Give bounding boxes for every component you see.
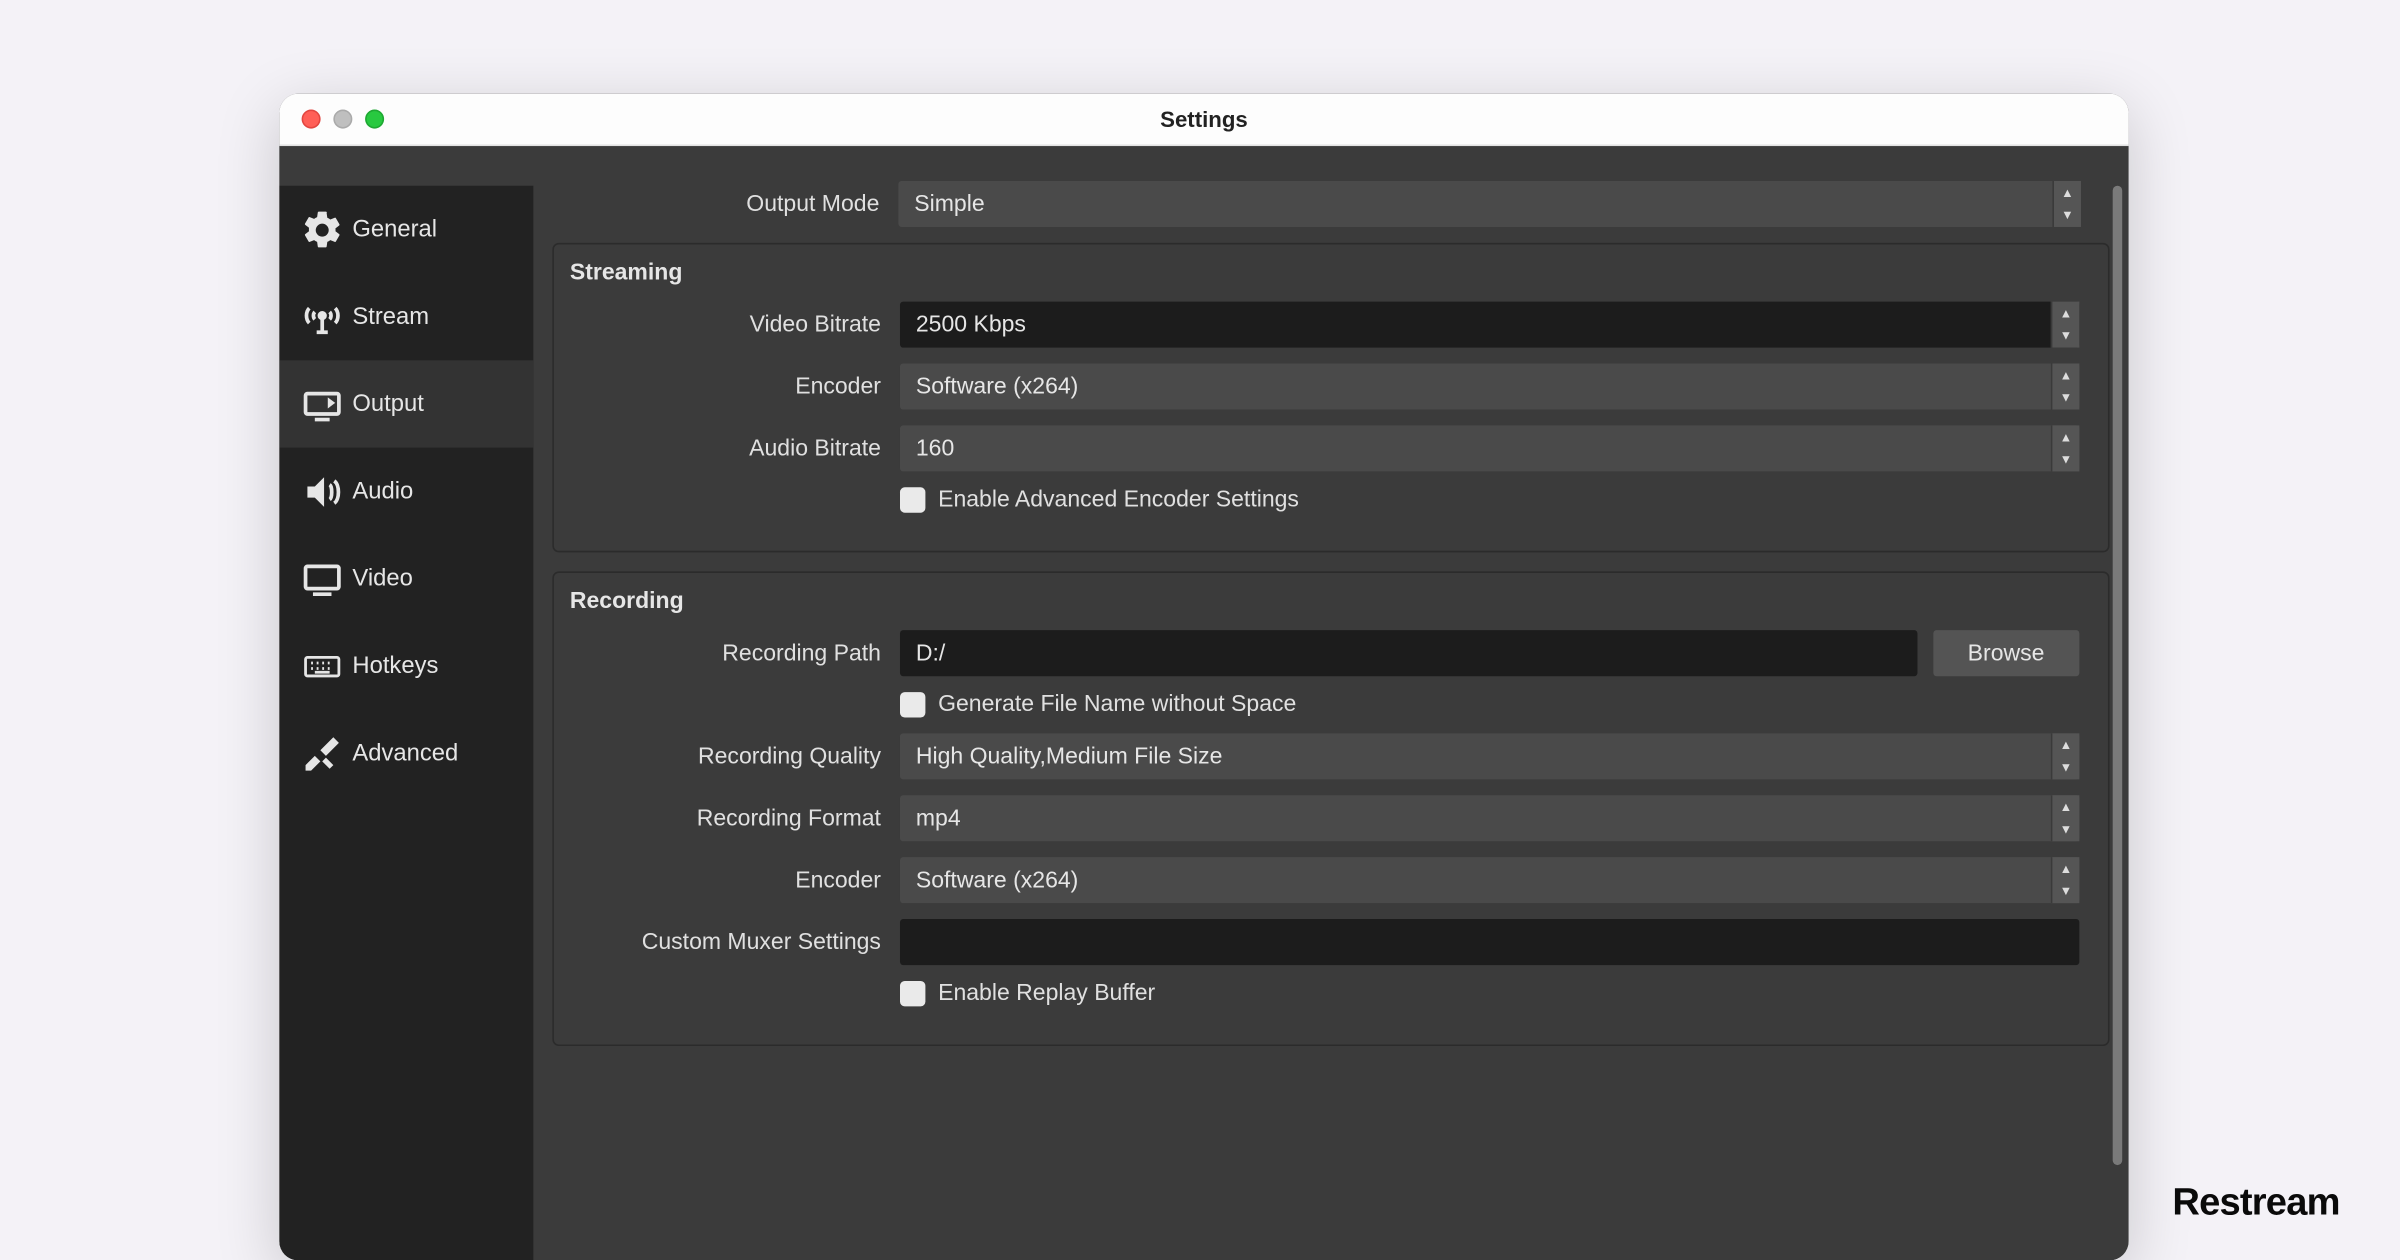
sidebar-item-label: Hotkeys xyxy=(352,652,438,679)
recording-format-value: mp4 xyxy=(916,806,961,831)
chevron-updown-icon: ▲▼ xyxy=(2052,181,2081,227)
chevron-updown-icon: ▲▼ xyxy=(2051,857,2080,903)
sidebar-item-audio[interactable]: Audio xyxy=(279,448,533,535)
custom-muxer-input[interactable] xyxy=(900,919,2079,965)
speaker-icon xyxy=(292,461,352,521)
watermark: Restream xyxy=(2172,1181,2339,1225)
recording-encoder-value: Software (x264) xyxy=(916,867,1078,892)
window-title: Settings xyxy=(279,106,2128,131)
gear-icon xyxy=(292,199,352,259)
custom-muxer-label: Custom Muxer Settings xyxy=(554,929,900,954)
recording-path-label: Recording Path xyxy=(554,640,900,665)
titlebar: Settings xyxy=(279,94,2128,146)
recording-encoder-label: Encoder xyxy=(554,867,900,892)
stream-encoder-select[interactable]: Software (x264) ▲▼ xyxy=(900,363,2079,409)
enable-replay-buffer-checkbox[interactable]: Enable Replay Buffer xyxy=(900,981,2079,1006)
streaming-title: Streaming xyxy=(554,260,2108,301)
stepper-icon[interactable]: ▲▼ xyxy=(2051,302,2080,348)
sidebar-item-hotkeys[interactable]: Hotkeys xyxy=(279,622,533,709)
recording-quality-label: Recording Quality xyxy=(554,744,900,769)
sidebar-item-advanced[interactable]: Advanced xyxy=(279,710,533,797)
recording-quality-value: High Quality,Medium File Size xyxy=(916,744,1223,769)
sidebar-item-output[interactable]: Output xyxy=(279,360,533,447)
streaming-group: Streaming Video Bitrate 2500 Kbps ▲▼ Enc… xyxy=(552,243,2109,553)
checkbox-icon xyxy=(900,487,925,512)
sidebar-item-stream[interactable]: Stream xyxy=(279,273,533,360)
checkbox-icon xyxy=(900,981,925,1006)
output-mode-value: Simple xyxy=(914,191,984,216)
keyboard-icon xyxy=(292,636,352,696)
audio-bitrate-label: Audio Bitrate xyxy=(554,436,900,461)
stream-encoder-value: Software (x264) xyxy=(916,374,1078,399)
browse-button[interactable]: Browse xyxy=(1933,630,2080,676)
recording-format-label: Recording Format xyxy=(554,806,900,831)
enable-replay-buffer-label: Enable Replay Buffer xyxy=(938,981,1155,1006)
sidebar-item-label: Output xyxy=(352,390,423,417)
monitor-icon xyxy=(292,548,352,608)
video-bitrate-label: Video Bitrate xyxy=(554,312,900,337)
output-mode-select[interactable]: Simple ▲▼ xyxy=(898,181,2081,227)
recording-encoder-select[interactable]: Software (x264) ▲▼ xyxy=(900,857,2079,903)
sidebar-item-label: Video xyxy=(352,565,412,592)
sidebar-item-general[interactable]: General xyxy=(279,186,533,273)
antenna-icon xyxy=(292,287,352,347)
stream-encoder-label: Encoder xyxy=(554,374,900,399)
recording-title: Recording xyxy=(554,589,2108,630)
main-panel: Output Mode Simple ▲▼ Streaming Video Bi… xyxy=(533,146,2128,1260)
recording-path-value: D:/ xyxy=(916,640,945,665)
sidebar-item-label: Advanced xyxy=(352,740,458,767)
recording-group: Recording Recording Path D:/ Browse xyxy=(552,571,2109,1046)
no-space-filename-checkbox[interactable]: Generate File Name without Space xyxy=(900,692,2079,717)
tools-icon xyxy=(292,723,352,783)
settings-window: Settings General Stream xyxy=(279,94,2128,1260)
chevron-updown-icon: ▲▼ xyxy=(2051,733,2080,779)
enable-advanced-encoder-checkbox[interactable]: Enable Advanced Encoder Settings xyxy=(900,487,2079,512)
recording-quality-select[interactable]: High Quality,Medium File Size ▲▼ xyxy=(900,733,2079,779)
chevron-updown-icon: ▲▼ xyxy=(2051,795,2080,841)
sidebar-item-label: General xyxy=(352,216,437,243)
video-bitrate-input[interactable]: 2500 Kbps ▲▼ xyxy=(900,302,2079,348)
output-mode-label: Output Mode xyxy=(552,191,898,216)
sidebar-item-video[interactable]: Video xyxy=(279,535,533,622)
scrollbar[interactable] xyxy=(2113,186,2123,1165)
recording-format-select[interactable]: mp4 ▲▼ xyxy=(900,795,2079,841)
monitor-output-icon xyxy=(292,374,352,434)
video-bitrate-value: 2500 Kbps xyxy=(916,312,1026,337)
sidebar-item-label: Audio xyxy=(352,478,413,505)
chevron-updown-icon: ▲▼ xyxy=(2051,363,2080,409)
recording-path-input[interactable]: D:/ xyxy=(900,630,1917,676)
no-space-filename-label: Generate File Name without Space xyxy=(938,692,1296,717)
chevron-updown-icon: ▲▼ xyxy=(2051,425,2080,471)
sidebar: General Stream Output xyxy=(279,186,533,1260)
audio-bitrate-select[interactable]: 160 ▲▼ xyxy=(900,425,2079,471)
checkbox-icon xyxy=(900,692,925,717)
sidebar-item-label: Stream xyxy=(352,303,429,330)
audio-bitrate-value: 160 xyxy=(916,436,954,461)
enable-advanced-encoder-label: Enable Advanced Encoder Settings xyxy=(938,487,1299,512)
